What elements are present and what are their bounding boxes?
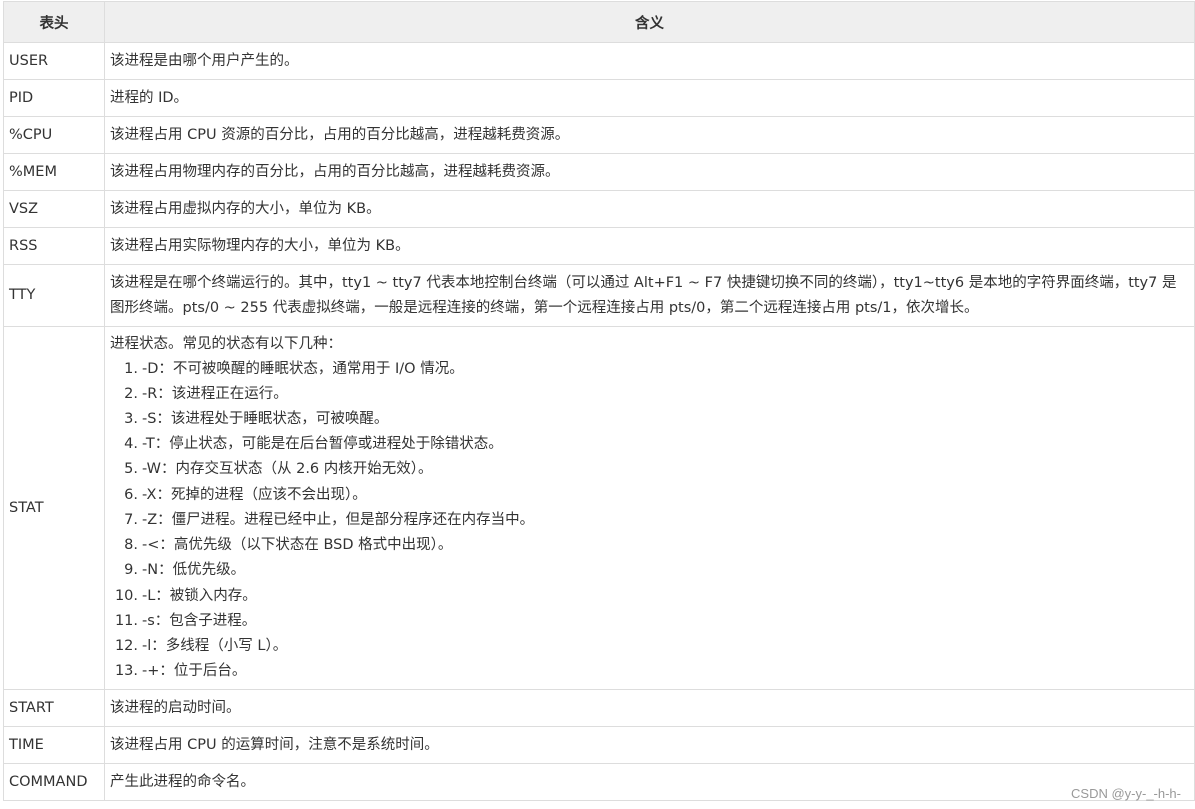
list-number: 4. bbox=[124, 436, 138, 453]
list-text: -<：高优先级（以下状态在 BSD 格式中出现）。 bbox=[142, 537, 453, 554]
field-name: USER bbox=[3, 42, 105, 80]
field-name: VSZ bbox=[3, 190, 105, 228]
stat-intro: 进程状态。常见的状态有以下几种： bbox=[110, 335, 342, 352]
table-row: PID 进程的 ID。 bbox=[3, 79, 1195, 117]
list-item: 4. -T：停止状态，可能是在后台暂停或进程处于除错状态。 bbox=[110, 432, 1189, 457]
list-number: 5. bbox=[124, 461, 138, 478]
list-item: 11. -s：包含子进程。 bbox=[110, 609, 1189, 634]
list-text: -W：内存交互状态（从 2.6 内核开始无效）。 bbox=[142, 461, 433, 478]
header-key: 表头 bbox=[3, 1, 105, 43]
field-meaning: 该进程是在哪个终端运行的。其中，tty1 ~ tty7 代表本地控制台终端（可以… bbox=[104, 264, 1195, 327]
field-meaning: 进程的 ID。 bbox=[104, 79, 1195, 117]
table-row: TTY 该进程是在哪个终端运行的。其中，tty1 ~ tty7 代表本地控制台终… bbox=[3, 264, 1195, 327]
list-number: 10. bbox=[114, 587, 138, 604]
field-meaning: 该进程占用 CPU 的运算时间，注意不是系统时间。 bbox=[104, 726, 1195, 764]
field-name: START bbox=[3, 689, 105, 727]
list-item: 3. -S：该进程处于睡眠状态，可被唤醒。 bbox=[110, 407, 1189, 432]
field-name: TIME bbox=[3, 726, 105, 764]
list-number: 6. bbox=[124, 486, 138, 503]
field-name: PID bbox=[3, 79, 105, 117]
field-meaning: 该进程占用虚拟内存的大小，单位为 KB。 bbox=[104, 190, 1195, 228]
list-text: -l：多线程（小写 L）。 bbox=[142, 637, 288, 654]
list-item: 5. -W：内存交互状态（从 2.6 内核开始无效）。 bbox=[110, 457, 1189, 482]
field-name: COMMAND bbox=[3, 763, 105, 801]
list-number: 3. bbox=[124, 411, 138, 428]
list-number: 12. bbox=[114, 637, 138, 654]
list-item: 8. -<：高优先级（以下状态在 BSD 格式中出现）。 bbox=[110, 533, 1189, 558]
list-item: 6. -X：死掉的进程（应该不会出现）。 bbox=[110, 483, 1189, 508]
table-header-row: 表头 含义 bbox=[3, 1, 1195, 43]
field-name: TTY bbox=[3, 264, 105, 327]
table-row: COMMAND 产生此进程的命令名。 bbox=[3, 763, 1195, 801]
list-text: -+：位于后台。 bbox=[142, 663, 247, 680]
stat-state-list: 1. -D：不可被唤醒的睡眠状态，通常用于 I/O 情况。 2. -R：该进程正在运… bbox=[110, 357, 1189, 685]
list-number: 2. bbox=[124, 385, 138, 402]
list-text: -S：该进程处于睡眠状态，可被唤醒。 bbox=[142, 411, 389, 428]
list-item: 10. -L：被锁入内存。 bbox=[110, 584, 1189, 609]
field-name: STAT bbox=[3, 326, 105, 690]
field-meaning: 该进程占用物理内存的百分比，占用的百分比越高，进程越耗费资源。 bbox=[104, 153, 1195, 191]
field-meaning: 产生此进程的命令名。 bbox=[104, 763, 1195, 801]
table-row: TIME 该进程占用 CPU 的运算时间，注意不是系统时间。 bbox=[3, 726, 1195, 764]
table-row: USER 该进程是由哪个用户产生的。 bbox=[3, 42, 1195, 80]
field-meaning: 该进程的启动时间。 bbox=[104, 689, 1195, 727]
list-item: 12. -l：多线程（小写 L）。 bbox=[110, 634, 1189, 659]
list-text: -s：包含子进程。 bbox=[142, 612, 257, 629]
field-meaning: 该进程是由哪个用户产生的。 bbox=[104, 42, 1195, 80]
table-row: RSS 该进程占用实际物理内存的大小，单位为 KB。 bbox=[3, 227, 1195, 265]
field-meaning: 该进程占用 CPU 资源的百分比，占用的百分比越高，进程越耗费资源。 bbox=[104, 116, 1195, 154]
field-name: RSS bbox=[3, 227, 105, 265]
header-meaning: 含义 bbox=[104, 1, 1195, 43]
list-item: 7. -Z：僵尸进程。进程已经中止，但是部分程序还在内存当中。 bbox=[110, 508, 1189, 533]
table-row: %CPU 该进程占用 CPU 资源的百分比，占用的百分比越高，进程越耗费资源。 bbox=[3, 116, 1195, 154]
field-meaning: 进程状态。常见的状态有以下几种： 1. -D：不可被唤醒的睡眠状态，通常用于 I/… bbox=[104, 326, 1195, 690]
list-number: 11. bbox=[114, 612, 138, 629]
list-item: 9. -N：低优先级。 bbox=[110, 558, 1189, 583]
list-number: 7. bbox=[124, 511, 138, 528]
list-text: -T：停止状态，可能是在后台暂停或进程处于除错状态。 bbox=[142, 436, 503, 453]
list-text: -Z：僵尸进程。进程已经中止，但是部分程序还在内存当中。 bbox=[142, 511, 535, 528]
list-item: 13. -+：位于后台。 bbox=[110, 659, 1189, 684]
ps-fields-table: 表头 含义 USER 该进程是由哪个用户产生的。 PID 进程的 ID。 %CP… bbox=[3, 1, 1195, 801]
list-text: -N：低优先级。 bbox=[142, 562, 246, 579]
list-number: 13. bbox=[114, 663, 138, 680]
table-row: STAT 进程状态。常见的状态有以下几种： 1. -D：不可被唤醒的睡眠状态，通常… bbox=[3, 326, 1195, 690]
list-text: -R：该进程正在运行。 bbox=[142, 385, 288, 402]
list-text: -D：不可被唤醒的睡眠状态，通常用于 I/O 情况。 bbox=[142, 360, 464, 377]
list-item: 2. -R：该进程正在运行。 bbox=[110, 382, 1189, 407]
list-item: 1. -D：不可被唤醒的睡眠状态，通常用于 I/O 情况。 bbox=[110, 357, 1189, 382]
list-text: -X：死掉的进程（应该不会出现）。 bbox=[142, 486, 367, 503]
field-meaning: 该进程占用实际物理内存的大小，单位为 KB。 bbox=[104, 227, 1195, 265]
list-number: 8. bbox=[124, 537, 138, 554]
list-number: 1. bbox=[124, 360, 138, 377]
table-row: VSZ 该进程占用虚拟内存的大小，单位为 KB。 bbox=[3, 190, 1195, 228]
table-row: %MEM 该进程占用物理内存的百分比，占用的百分比越高，进程越耗费资源。 bbox=[3, 153, 1195, 191]
csdn-watermark: CSDN @y-y-_-h-h- bbox=[1071, 786, 1181, 801]
list-number: 9. bbox=[124, 562, 138, 579]
list-text: -L：被锁入内存。 bbox=[142, 587, 257, 604]
table-row: START 该进程的启动时间。 bbox=[3, 689, 1195, 727]
field-name: %CPU bbox=[3, 116, 105, 154]
field-name: %MEM bbox=[3, 153, 105, 191]
